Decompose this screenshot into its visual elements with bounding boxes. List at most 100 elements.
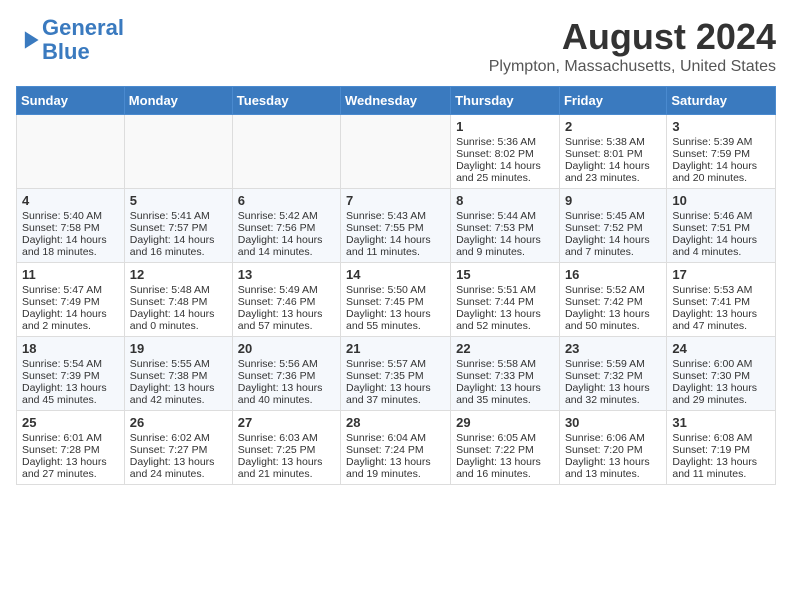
day-info: Sunrise: 6:02 AM <box>130 432 227 444</box>
day-info: and 0 minutes. <box>130 320 227 332</box>
day-info: Sunrise: 5:46 AM <box>672 210 770 222</box>
day-info: Sunrise: 6:01 AM <box>22 432 119 444</box>
day-info: Sunset: 7:41 PM <box>672 296 770 308</box>
day-info: Sunrise: 6:08 AM <box>672 432 770 444</box>
day-number: 9 <box>565 193 661 208</box>
calendar-day-cell: 1Sunrise: 5:36 AMSunset: 8:02 PMDaylight… <box>451 115 560 189</box>
calendar-week-row: 11Sunrise: 5:47 AMSunset: 7:49 PMDayligh… <box>17 263 776 337</box>
day-number: 5 <box>130 193 227 208</box>
day-info: and 24 minutes. <box>130 468 227 480</box>
day-number: 19 <box>130 341 227 356</box>
day-info: and 35 minutes. <box>456 394 554 406</box>
day-info: Sunrise: 5:47 AM <box>22 284 119 296</box>
day-info: and 57 minutes. <box>238 320 335 332</box>
day-info: Sunset: 7:19 PM <box>672 444 770 456</box>
day-number: 14 <box>346 267 445 282</box>
calendar-day-cell: 24Sunrise: 6:00 AMSunset: 7:30 PMDayligh… <box>667 337 776 411</box>
calendar-day-cell: 28Sunrise: 6:04 AMSunset: 7:24 PMDayligh… <box>341 411 451 485</box>
day-info: Sunrise: 5:36 AM <box>456 136 554 148</box>
day-number: 10 <box>672 193 770 208</box>
day-info: Sunset: 7:46 PM <box>238 296 335 308</box>
calendar-week-row: 1 Sunrise: 5:36 AMSunset: 8:02 PM Daylight… <box>17 115 776 189</box>
day-info: Sunrise: 6:05 AM <box>456 432 554 444</box>
day-number: 2 <box>565 119 661 134</box>
day-info: Sunrise: 5:52 AM <box>565 284 661 296</box>
calendar-day-cell: 14Sunrise: 5:50 AMSunset: 7:45 PMDayligh… <box>341 263 451 337</box>
day-info: Sunrise: 5:50 AM <box>346 284 445 296</box>
day-info: Daylight: 14 hours <box>672 160 770 172</box>
day-number: 31 <box>672 415 770 430</box>
day-info: Sunrise: 5:44 AM <box>456 210 554 222</box>
day-info: Sunset: 7:32 PM <box>565 370 661 382</box>
day-info: Sunset: 7:48 PM <box>130 296 227 308</box>
location-title: Plympton, Massachusetts, United States <box>489 58 776 76</box>
day-info: and 45 minutes. <box>22 394 119 406</box>
day-info: Sunrise: 5:55 AM <box>130 358 227 370</box>
day-number: 16 <box>565 267 661 282</box>
day-info: Sunset: 7:45 PM <box>346 296 445 308</box>
day-number: 29 <box>456 415 554 430</box>
logo-line2: Blue <box>42 39 90 64</box>
weekday-header-cell: Friday <box>559 87 666 115</box>
calendar-week-row: 18Sunrise: 5:54 AMSunset: 7:39 PMDayligh… <box>17 337 776 411</box>
day-info: Sunset: 8:02 PM <box>456 148 554 160</box>
day-number: 27 <box>238 415 335 430</box>
calendar-day-cell: 18Sunrise: 5:54 AMSunset: 7:39 PMDayligh… <box>17 337 125 411</box>
weekday-header-cell: Saturday <box>667 87 776 115</box>
day-info: Sunrise: 5:39 AM <box>672 136 770 148</box>
day-info: and 11 minutes. <box>672 468 770 480</box>
day-info: and 25 minutes. <box>456 172 554 184</box>
day-info: Daylight: 13 hours <box>456 308 554 320</box>
calendar-day-cell: 5Sunrise: 5:41 AMSunset: 7:57 PMDaylight… <box>124 189 232 263</box>
calendar-day-cell: 27Sunrise: 6:03 AMSunset: 7:25 PMDayligh… <box>232 411 340 485</box>
day-info: Sunrise: 6:06 AM <box>565 432 661 444</box>
day-info: Sunset: 7:22 PM <box>456 444 554 456</box>
day-info: Sunrise: 5:43 AM <box>346 210 445 222</box>
day-info: Daylight: 13 hours <box>238 382 335 394</box>
day-info: Daylight: 14 hours <box>565 234 661 246</box>
day-info: Daylight: 14 hours <box>672 234 770 246</box>
day-info: Sunrise: 5:56 AM <box>238 358 335 370</box>
day-info: Daylight: 14 hours <box>130 308 227 320</box>
calendar-day-cell: 30Sunrise: 6:06 AMSunset: 7:20 PMDayligh… <box>559 411 666 485</box>
day-info: and 42 minutes. <box>130 394 227 406</box>
day-info: Sunrise: 6:04 AM <box>346 432 445 444</box>
day-number: 21 <box>346 341 445 356</box>
day-info: Sunrise: 5:51 AM <box>456 284 554 296</box>
day-info: Sunrise: 5:57 AM <box>346 358 445 370</box>
day-number: 8 <box>456 193 554 208</box>
day-info: Sunrise: 5:53 AM <box>672 284 770 296</box>
day-info: Daylight: 13 hours <box>565 456 661 468</box>
day-info: Sunrise: 5:41 AM <box>130 210 227 222</box>
day-info: and 14 minutes. <box>238 246 335 258</box>
calendar-day-cell: 17Sunrise: 5:53 AMSunset: 7:41 PMDayligh… <box>667 263 776 337</box>
day-number: 6 <box>238 193 335 208</box>
calendar-day-cell: 31Sunrise: 6:08 AMSunset: 7:19 PMDayligh… <box>667 411 776 485</box>
logo-line1: General <box>42 15 124 40</box>
day-info: and 11 minutes. <box>346 246 445 258</box>
day-info: and 9 minutes. <box>456 246 554 258</box>
day-info: Daylight: 14 hours <box>130 234 227 246</box>
calendar-day-cell: 9Sunrise: 5:45 AMSunset: 7:52 PMDaylight… <box>559 189 666 263</box>
calendar-day-cell: 4Sunrise: 5:40 AMSunset: 7:58 PMDaylight… <box>17 189 125 263</box>
day-info: Daylight: 13 hours <box>238 308 335 320</box>
day-info: and 7 minutes. <box>565 246 661 258</box>
day-info: Daylight: 13 hours <box>130 456 227 468</box>
calendar-day-cell: 26Sunrise: 6:02 AMSunset: 7:27 PMDayligh… <box>124 411 232 485</box>
calendar-day-cell: 2Sunrise: 5:38 AMSunset: 8:01 PMDaylight… <box>559 115 666 189</box>
day-number: 15 <box>456 267 554 282</box>
day-number: 25 <box>22 415 119 430</box>
day-info: Sunset: 7:38 PM <box>130 370 227 382</box>
calendar-day-cell: 13Sunrise: 5:49 AMSunset: 7:46 PMDayligh… <box>232 263 340 337</box>
day-info: Daylight: 14 hours <box>22 308 119 320</box>
calendar-day-cell: 19Sunrise: 5:55 AMSunset: 7:38 PMDayligh… <box>124 337 232 411</box>
day-info: Daylight: 13 hours <box>238 456 335 468</box>
calendar-table: SundayMondayTuesdayWednesdayThursdayFrid… <box>16 86 776 485</box>
day-number: 1 <box>456 119 554 134</box>
day-info: Sunset: 7:36 PM <box>238 370 335 382</box>
day-info: and 40 minutes. <box>238 394 335 406</box>
day-info: and 52 minutes. <box>456 320 554 332</box>
calendar-day-cell: 29Sunrise: 6:05 AMSunset: 7:22 PMDayligh… <box>451 411 560 485</box>
calendar-day-cell: 12Sunrise: 5:48 AMSunset: 7:48 PMDayligh… <box>124 263 232 337</box>
day-info: Sunrise: 6:03 AM <box>238 432 335 444</box>
